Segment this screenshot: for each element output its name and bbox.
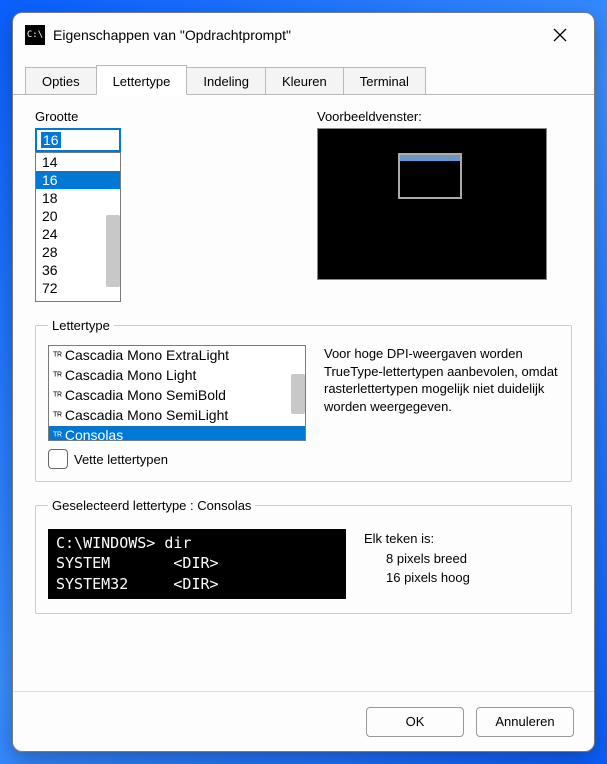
size-option[interactable]: 16 xyxy=(36,171,120,189)
dpi-help-text: Voor hoge DPI-weergaven worden TrueType-… xyxy=(324,345,559,441)
tab-kleuren[interactable]: Kleuren xyxy=(265,67,344,94)
size-option[interactable]: 14 xyxy=(36,153,120,171)
titlebar: C:\ Eigenschappen van "Opdrachtprompt" xyxy=(13,13,594,57)
char-dimensions: Elk teken is: 8 pixels breed 16 pixels h… xyxy=(364,529,470,588)
properties-dialog: C:\ Eigenschappen van "Opdrachtprompt" O… xyxy=(12,12,595,752)
size-input[interactable]: 16 xyxy=(35,128,121,152)
close-button[interactable] xyxy=(538,13,582,57)
font-scrollbar-thumb[interactable] xyxy=(291,374,305,414)
size-listbox[interactable]: 14 16 18 20 24 28 36 72 xyxy=(35,152,121,302)
truetype-icon: ᵀᴿ xyxy=(53,431,62,441)
tab-indeling[interactable]: Indeling xyxy=(186,67,266,94)
truetype-icon: ᵀᴿ xyxy=(53,371,62,382)
font-group-label: Lettertype xyxy=(48,318,114,333)
char-info-title: Elk teken is: xyxy=(364,529,470,549)
preview-mini-window xyxy=(398,153,462,199)
tab-bar: Opties Lettertype Indeling Kleuren Termi… xyxy=(13,63,594,95)
terminal-preview: C:\WINDOWS> dir SYSTEM <DIR> SYSTEM32 <D… xyxy=(48,529,346,599)
preview-group: Voorbeeldvenster: xyxy=(317,109,572,302)
tab-terminal[interactable]: Terminal xyxy=(343,67,426,94)
font-listbox[interactable]: ᵀᴿCascadia Mono ExtraLight ᵀᴿCascadia Mo… xyxy=(48,345,306,441)
close-icon xyxy=(553,28,567,42)
ok-button[interactable]: OK xyxy=(366,707,464,737)
tab-content: Grootte 16 14 16 18 20 24 28 36 72 Voorb xyxy=(13,95,594,691)
size-scrollbar-thumb[interactable] xyxy=(106,215,120,287)
size-group: Grootte 16 14 16 18 20 24 28 36 72 xyxy=(35,109,287,302)
bold-checkbox-label: Vette lettertypen xyxy=(74,452,168,467)
bold-checkbox[interactable] xyxy=(48,449,68,469)
cancel-button[interactable]: Annuleren xyxy=(476,707,574,737)
truetype-icon: ᵀᴿ xyxy=(53,391,62,402)
truetype-icon: ᵀᴿ xyxy=(53,351,62,362)
font-option[interactable]: ᵀᴿCascadia Mono Light xyxy=(49,366,305,386)
font-group: Lettertype ᵀᴿCascadia Mono ExtraLight ᵀᴿ… xyxy=(35,318,572,482)
char-height-text: 16 pixels hoog xyxy=(364,568,470,588)
font-option[interactable]: ᵀᴿCascadia Mono SemiLight xyxy=(49,406,305,426)
preview-window xyxy=(317,128,547,280)
font-option[interactable]: ᵀᴿCascadia Mono SemiBold xyxy=(49,386,305,406)
font-option[interactable]: ᵀᴿCascadia Mono ExtraLight xyxy=(49,346,305,366)
selected-font-label: Geselecteerd lettertype : Consolas xyxy=(48,498,255,513)
char-width-text: 8 pixels breed xyxy=(364,549,470,569)
selected-font-group: Geselecteerd lettertype : Consolas C:\WI… xyxy=(35,498,572,614)
size-option[interactable]: 18 xyxy=(36,189,120,207)
app-icon: C:\ xyxy=(25,25,45,45)
preview-label: Voorbeeldvenster: xyxy=(317,109,572,124)
tab-lettertype[interactable]: Lettertype xyxy=(96,65,188,95)
dialog-footer: OK Annuleren xyxy=(13,691,594,751)
font-option[interactable]: ᵀᴿConsolas xyxy=(49,426,305,441)
tab-opties[interactable]: Opties xyxy=(25,67,97,94)
size-label: Grootte xyxy=(35,109,287,124)
window-title: Eigenschappen van "Opdrachtprompt" xyxy=(53,27,530,43)
truetype-icon: ᵀᴿ xyxy=(53,411,62,422)
